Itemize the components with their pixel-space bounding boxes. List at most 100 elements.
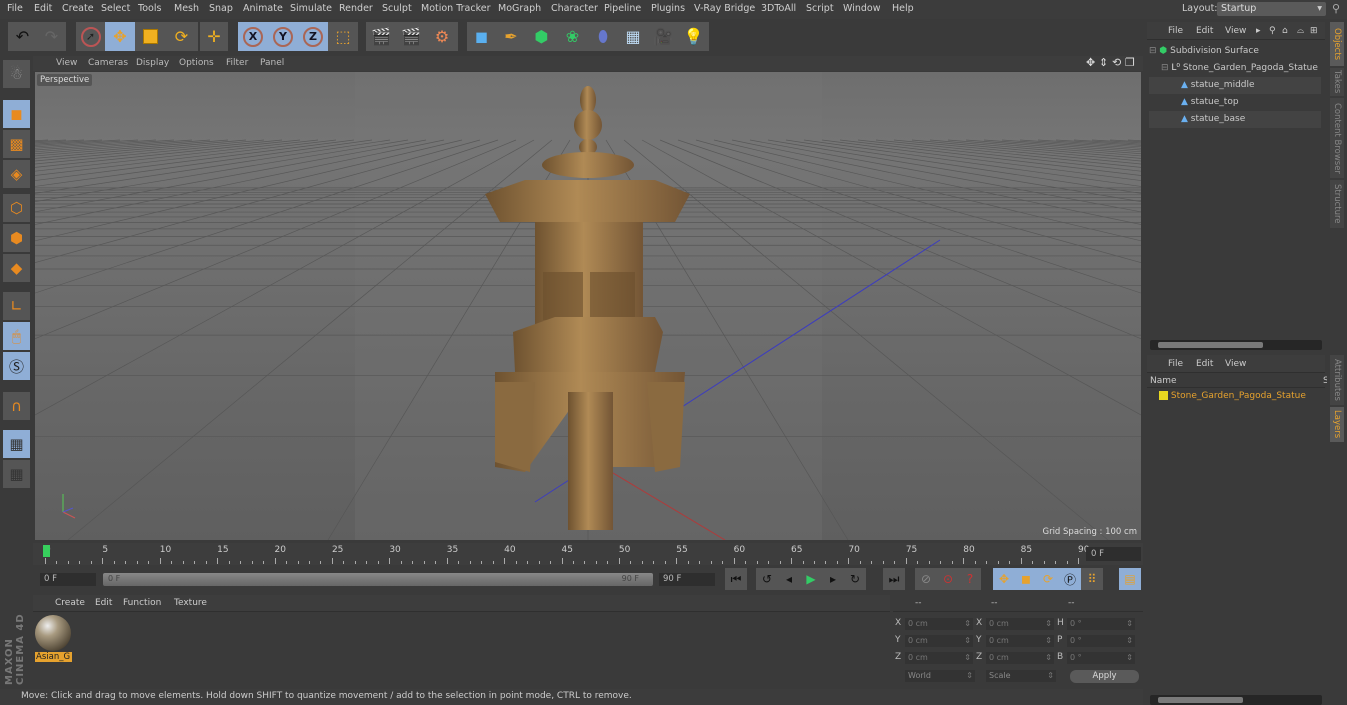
coordinate-mode-select[interactable]: World: [905, 670, 975, 682]
record-point-level-icon[interactable]: ⠿: [1081, 568, 1103, 590]
tab-takes[interactable]: Takes: [1330, 68, 1344, 96]
layer-row[interactable]: Stone_Garden_Pagoda_Statue: [1149, 388, 1321, 405]
menu-help[interactable]: Help: [892, 3, 914, 14]
previous-frame-icon[interactable]: ◂: [778, 568, 800, 590]
menu-3dtoall[interactable]: 3DToAll: [761, 3, 796, 14]
menu-window[interactable]: Window: [843, 3, 880, 14]
play-icon[interactable]: ▶: [800, 568, 822, 590]
next-key-icon[interactable]: ↻: [844, 568, 866, 590]
y-axis-lock-icon[interactable]: Y: [268, 22, 298, 51]
viewport-menu-view[interactable]: View: [56, 58, 77, 68]
menu-snap[interactable]: Snap: [209, 3, 233, 14]
menu-select[interactable]: Select: [101, 3, 130, 14]
model-mode-icon[interactable]: ◼: [3, 100, 30, 128]
menu-edit[interactable]: Edit: [34, 3, 52, 14]
pen-spline-icon[interactable]: ✒: [496, 22, 526, 51]
coordinate-value-field[interactable]: 0 °: [1067, 635, 1135, 647]
coordinate-value-field[interactable]: 0 cm: [986, 652, 1054, 664]
coordinate-value-field[interactable]: 0 °: [1067, 652, 1135, 664]
viewport-menu-display[interactable]: Display: [136, 58, 169, 68]
coordinate-value-field[interactable]: 0 cm: [986, 618, 1054, 630]
scale-icon[interactable]: [135, 22, 165, 51]
previous-key-icon[interactable]: ↺: [756, 568, 778, 590]
camera-label[interactable]: Perspective: [37, 74, 93, 86]
menu-file[interactable]: File: [7, 3, 23, 14]
camera-icon[interactable]: 🎥: [648, 22, 678, 51]
workplane-align-icon[interactable]: ▦: [3, 460, 30, 488]
end-frame-field[interactable]: 90 F: [659, 573, 715, 586]
tree-item-statue-middle[interactable]: ▲ statue_middle: [1149, 77, 1321, 94]
material-menu-edit[interactable]: Edit: [95, 598, 112, 608]
record-parameter-icon[interactable]: Ⓟ: [1059, 568, 1081, 590]
objects-menu-edit[interactable]: Edit: [1196, 26, 1213, 36]
floor-icon[interactable]: ▦: [618, 22, 648, 51]
material-name[interactable]: Asian_G: [35, 652, 72, 662]
snap-magnet-icon[interactable]: ∩: [3, 392, 30, 420]
collapse-icon[interactable]: ⌓: [1297, 26, 1304, 36]
subdivision-surface-icon[interactable]: ⬢: [526, 22, 557, 51]
coordinate-value-field[interactable]: 0 cm: [905, 618, 973, 630]
material-swatch[interactable]: Asian_G: [35, 615, 72, 664]
coordinate-value-field[interactable]: 0 °: [1067, 618, 1135, 630]
frame-range-slider[interactable]: 0 F 90 F: [103, 573, 653, 586]
go-to-end-icon[interactable]: ⏭: [883, 568, 905, 590]
material-menu-texture[interactable]: Texture: [174, 598, 207, 608]
menu-script[interactable]: Script: [806, 3, 834, 14]
pan-icon[interactable]: ✥: [1086, 56, 1095, 69]
tree-item-statue-top[interactable]: ▲ statue_top: [1149, 94, 1321, 111]
menu-motion-tracker[interactable]: Motion Tracker: [421, 3, 491, 14]
playhead[interactable]: [43, 545, 50, 557]
tab-content-browser[interactable]: Content Browser: [1330, 98, 1344, 178]
objects-horizontal-scrollbar[interactable]: [1150, 340, 1322, 350]
menu-vray-bridge[interactable]: V-Ray Bridge: [694, 3, 755, 14]
menu-render[interactable]: Render: [339, 3, 373, 14]
viewport-menu-cameras[interactable]: Cameras: [88, 58, 128, 68]
viewport-menu-filter[interactable]: Filter: [226, 58, 248, 68]
undo-icon[interactable]: ↶: [8, 22, 37, 51]
menu-plugins[interactable]: Plugins: [651, 3, 685, 14]
home-icon[interactable]: ⌂: [1282, 26, 1288, 36]
apply-button[interactable]: Apply: [1070, 670, 1139, 683]
tab-layers[interactable]: Layers: [1330, 407, 1344, 442]
viewport-menu-panel[interactable]: Panel: [260, 58, 284, 68]
menu-sculpt[interactable]: Sculpt: [382, 3, 412, 14]
new-panel-icon[interactable]: ⊞: [1310, 26, 1318, 36]
timeline-ruler[interactable]: 051015202530354045505560657075808590 0 F: [33, 543, 1143, 565]
record-scale-icon[interactable]: ◼: [1015, 568, 1037, 590]
world-coordinate-icon[interactable]: ⬚: [328, 22, 358, 51]
tab-objects[interactable]: Objects: [1330, 22, 1344, 66]
menu-create[interactable]: Create: [62, 3, 94, 14]
menu-animate[interactable]: Animate: [243, 3, 283, 14]
column-name[interactable]: Name: [1150, 376, 1177, 386]
polygons-mode-icon[interactable]: ◆: [3, 254, 30, 282]
autokey-icon[interactable]: ⊙: [937, 568, 959, 590]
tree-item-statue-base[interactable]: ▲ statue_base: [1149, 111, 1321, 128]
z-axis-lock-icon[interactable]: Z: [298, 22, 328, 51]
menu-mesh[interactable]: Mesh: [174, 3, 199, 14]
add-object-icon[interactable]: ✛: [200, 22, 228, 51]
maximize-view-icon[interactable]: ❐: [1125, 56, 1135, 69]
zoom-icon[interactable]: ⇕: [1099, 56, 1108, 69]
workplane-mode-icon[interactable]: ◈: [3, 160, 30, 188]
light-icon[interactable]: 💡: [678, 22, 709, 51]
render-picture-viewer-icon[interactable]: 🎬: [396, 22, 426, 51]
menu-tools[interactable]: Tools: [138, 3, 161, 14]
material-menu-function[interactable]: Function: [123, 598, 161, 608]
search-icon[interactable]: ⚲: [1332, 2, 1340, 15]
timeline-window-icon[interactable]: ▤: [1119, 568, 1141, 590]
viewport-menu-options[interactable]: Options: [179, 58, 214, 68]
redo-icon[interactable]: ↷: [37, 22, 66, 51]
coordinate-value-field[interactable]: 0 cm: [986, 635, 1054, 647]
material-menu-create[interactable]: Create: [55, 598, 85, 608]
tree-item-subdivision-surface[interactable]: ⊟ ⬢ Subdivision Surface: [1149, 43, 1321, 60]
objects-menu-file[interactable]: File: [1168, 26, 1183, 36]
tab-structure[interactable]: Structure: [1330, 180, 1344, 228]
record-position-icon[interactable]: ✥: [993, 568, 1015, 590]
layers-menu-file[interactable]: File: [1168, 359, 1183, 369]
solo-mode-icon[interactable]: Ⓢ: [3, 352, 30, 380]
layers-menu-view[interactable]: View: [1225, 359, 1246, 369]
render-view-icon[interactable]: 🎬: [366, 22, 396, 51]
menu-character[interactable]: Character: [551, 3, 598, 14]
menu-simulate[interactable]: Simulate: [290, 3, 332, 14]
menu-mograph[interactable]: MoGraph: [498, 3, 541, 14]
